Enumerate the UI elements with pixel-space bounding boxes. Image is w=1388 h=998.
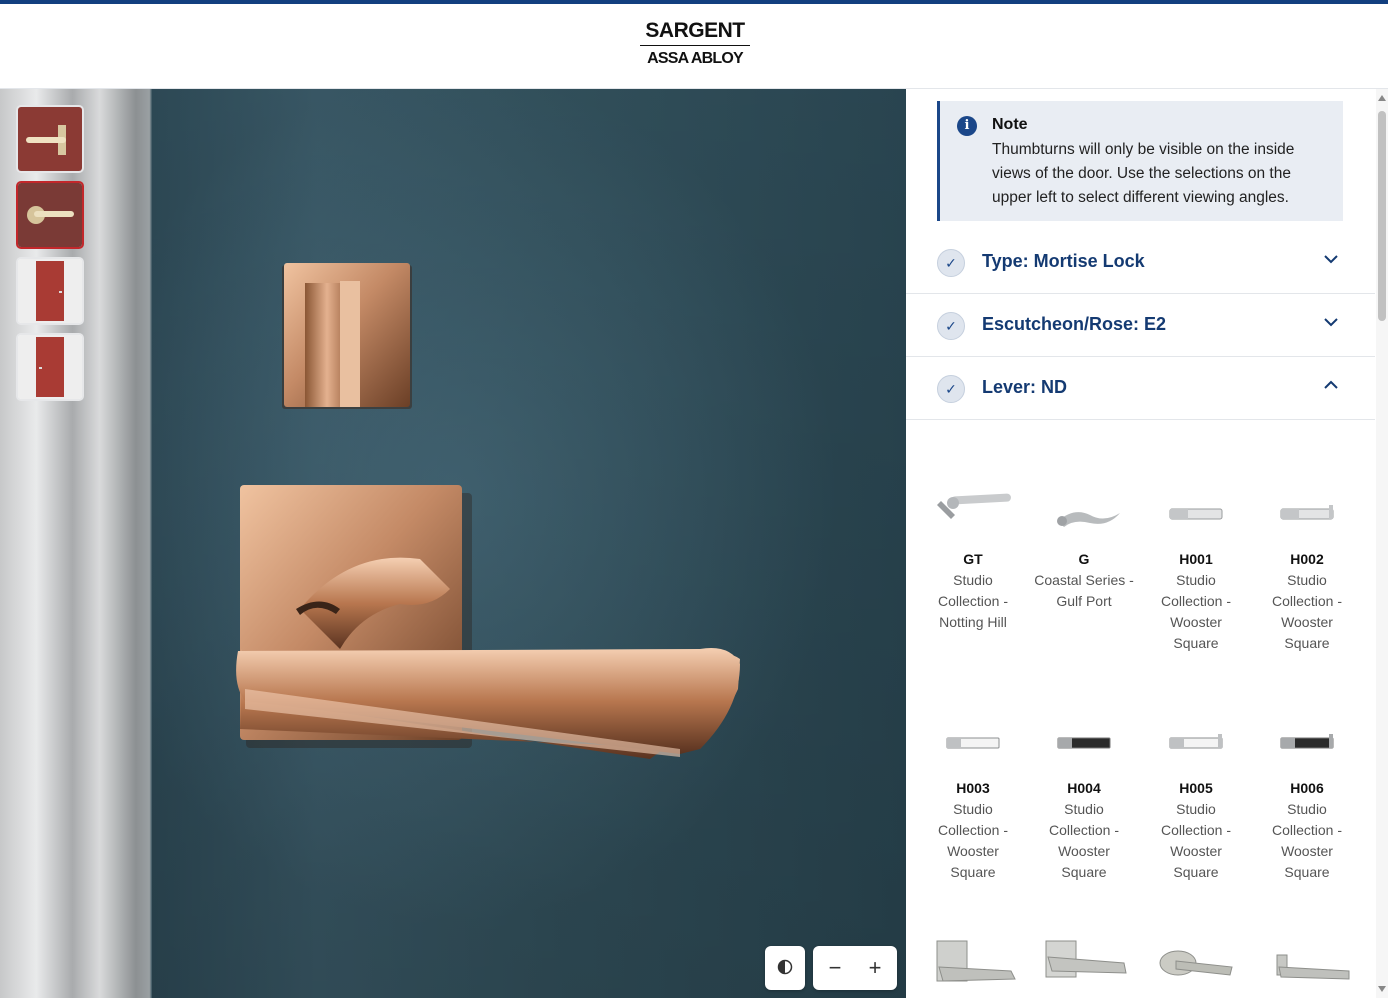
thumb-door-full-outside[interactable] <box>16 257 84 325</box>
note-title: Note <box>992 116 1028 133</box>
accordion-escutcheon[interactable]: ✓ Escutcheon/Rose: E2 <box>906 294 1375 357</box>
lever-image <box>1034 927 1134 997</box>
lever-code: G <box>1078 551 1090 567</box>
lever-render <box>236 263 740 759</box>
note-callout: i Note Thumbturns will only be visible o… <box>937 101 1343 221</box>
scroll-up-arrow-icon[interactable] <box>1378 95 1386 101</box>
lever-option-row3-4[interactable] <box>1257 927 1357 997</box>
lever-option-row3-1[interactable] <box>923 927 1023 997</box>
brand-logo-bottom: ASSA ABLOY <box>647 50 744 67</box>
chevron-up-icon <box>1324 380 1338 389</box>
lever-option-h005[interactable]: H005 Studio Collection - Wooster Square <box>1146 708 1246 883</box>
zoom-in-button[interactable]: + <box>855 946 895 990</box>
lever-code: H002 <box>1290 551 1324 567</box>
thumb-door-full-inside[interactable] <box>16 333 84 401</box>
lever-description: Studio Collection - Wooster Square <box>1160 572 1232 651</box>
lever-image <box>1146 927 1246 997</box>
check-icon: ✓ <box>937 312 965 340</box>
brand-logo-top: SARGENT <box>640 20 750 46</box>
lever-description: Coastal Series - Gulf Port <box>1034 572 1134 609</box>
lever-description: Studio Collection - Wooster Square <box>1160 801 1232 880</box>
lever-image <box>923 708 1023 778</box>
thumb-lever-closeup-outside[interactable] <box>16 105 84 173</box>
zoom-controls: − + <box>813 946 897 990</box>
contrast-button[interactable] <box>765 946 805 990</box>
lever-image <box>1146 479 1246 549</box>
lever-code: H004 <box>1067 780 1101 796</box>
lever-option-h003[interactable]: H003 Studio Collection - Wooster Square <box>923 708 1023 883</box>
lever-description: Studio Collection - Wooster Square <box>937 801 1009 880</box>
accordion-lever[interactable]: ✓ Lever: ND <box>906 357 1375 420</box>
product-3d-viewer[interactable]: − + <box>0 89 906 998</box>
accordion-lever-label: Lever: ND <box>982 377 1068 397</box>
lever-option-h002[interactable]: H002 Studio Collection - Wooster Square <box>1257 479 1357 654</box>
lever-option-row3-2[interactable] <box>1034 927 1134 997</box>
configuration-panel: i Note Thumbturns will only be visible o… <box>906 89 1388 998</box>
lever-code: H001 <box>1179 551 1213 567</box>
lever-image <box>1034 708 1134 778</box>
lever-image <box>1257 708 1357 778</box>
lever-image <box>923 927 1023 997</box>
panel-scrollbar[interactable] <box>1376 89 1388 998</box>
note-body: Thumbturns will only be visible on the i… <box>992 141 1295 206</box>
lever-description: Studio Collection - Wooster Square <box>1271 572 1343 651</box>
accordion-escutcheon-label: Escutcheon/Rose: E2 <box>982 314 1167 334</box>
lever-code: GT <box>963 551 983 567</box>
lever-option-h004[interactable]: H004 Studio Collection - Wooster Square <box>1034 708 1134 883</box>
lever-option-gt[interactable]: GT Studio Collection - Notting Hill <box>923 479 1023 633</box>
chevron-down-icon <box>1324 255 1338 264</box>
lever-option-row3-3[interactable] <box>1146 927 1246 997</box>
lever-option-g[interactable]: G Coastal Series - Gulf Port <box>1034 479 1134 612</box>
zoom-out-button[interactable]: − <box>815 946 855 990</box>
lever-description: Studio Collection - Wooster Square <box>1271 801 1343 880</box>
contrast-icon <box>777 955 793 981</box>
lever-image <box>1034 479 1134 549</box>
header: SARGENT ASSA ABLOY <box>0 4 1388 89</box>
check-icon: ✓ <box>937 375 965 403</box>
info-icon: i <box>957 116 977 136</box>
lever-code: H005 <box>1179 780 1213 796</box>
lever-option-h006[interactable]: H006 Studio Collection - Wooster Square <box>1257 708 1357 883</box>
lever-option-h001[interactable]: H001 Studio Collection - Wooster Square <box>1146 479 1246 654</box>
brand-logo[interactable]: SARGENT ASSA ABLOY <box>640 20 750 69</box>
view-angle-thumbnails <box>16 105 84 409</box>
scroll-thumb[interactable] <box>1378 111 1386 321</box>
lever-image <box>1257 927 1357 997</box>
accordion-type[interactable]: ✓ Type: Mortise Lock <box>906 231 1375 294</box>
lever-image <box>1146 708 1246 778</box>
thumb-lever-closeup-inside[interactable] <box>16 181 84 249</box>
lever-image <box>923 479 1023 549</box>
lever-code: H003 <box>956 780 990 796</box>
scroll-down-arrow-icon[interactable] <box>1378 986 1386 992</box>
lever-image <box>1257 479 1357 549</box>
lever-description: Studio Collection - Notting Hill <box>937 572 1009 630</box>
lever-code: H006 <box>1290 780 1324 796</box>
chevron-down-icon <box>1324 318 1338 327</box>
lever-description: Studio Collection - Wooster Square <box>1048 801 1120 880</box>
check-icon: ✓ <box>937 249 965 277</box>
accordion-type-label: Type: Mortise Lock <box>982 251 1145 271</box>
